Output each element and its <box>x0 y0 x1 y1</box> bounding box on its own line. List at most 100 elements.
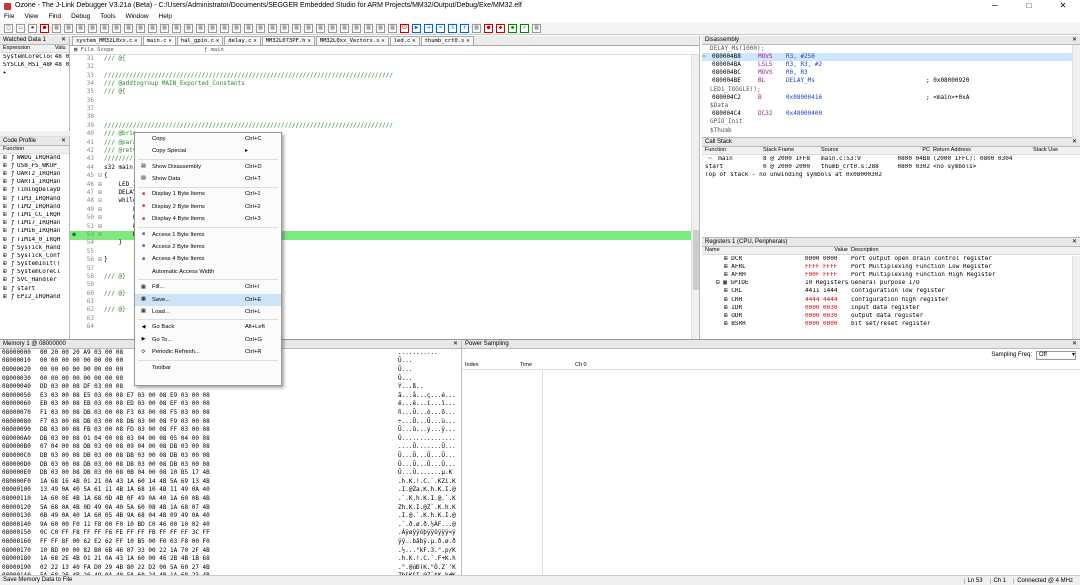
file-scope-select[interactable]: ▦ File Scope <box>70 47 200 53</box>
register-value[interactable]: 0000 0000 <box>802 321 848 328</box>
code-line[interactable]: 31 /// @{ <box>70 55 699 63</box>
window-icon[interactable]: ▤ <box>292 23 301 33</box>
menu-item-copy[interactable]: Copy Ctrl+C <box>135 133 281 145</box>
window-icon[interactable]: ▤ <box>304 23 313 33</box>
fold-icon[interactable]: ⊞ <box>96 223 104 231</box>
menu-item-periodic-refresh[interactable]: ⟳ Periodic Refresh... Ctrl+R <box>135 346 281 358</box>
close-icon[interactable]: ✕ <box>381 38 384 44</box>
fold-icon[interactable]: ⊟ <box>96 172 104 180</box>
close-icon[interactable]: ✕ <box>134 38 137 44</box>
code-line[interactable]: 39 //////////////////////////////////////… <box>70 122 699 130</box>
breakpoint-icon[interactable]: ● <box>484 23 493 33</box>
menu-item-save[interactable]: ▦ Save... Ctrl+E <box>135 293 281 307</box>
menu-item-load[interactable]: ▦ Load... Ctrl+L <box>135 306 281 318</box>
pc-marker-icon[interactable]: ● <box>70 231 78 239</box>
fold-icon[interactable]: ⊞ <box>96 181 104 189</box>
profile-row[interactable]: ⊞ƒSysTick_Hand <box>0 244 69 252</box>
save-icon[interactable]: ▪ <box>28 23 37 33</box>
menu-tools[interactable]: Tools <box>100 13 115 20</box>
memory-row[interactable]: 080000A0 DB 03 00 08 01 04 00 08 03 04 00… <box>0 435 461 444</box>
window-icon[interactable]: ▤ <box>340 23 349 33</box>
profile-row[interactable]: ⊞ƒstart <box>0 285 69 293</box>
watch-row[interactable]: SystemCoreClock48 0 <box>0 53 69 61</box>
window-icon[interactable]: ▤ <box>364 23 373 33</box>
memory-bytes[interactable]: 0C C0 FF F8 FF FF F6 FE FF FF FB FF FF F… <box>40 529 398 537</box>
v-scrollbar[interactable] <box>1072 256 1080 339</box>
call-stack-row[interactable]: ⇨ main 8 @ 2000 1FF8 main.c:53:9 0800 04… <box>702 155 1080 163</box>
tab-mm32l0xx-vectors-s[interactable]: MM32L0xx_Vectors.s ✕ <box>315 36 389 45</box>
disasm-row[interactable]: 080004C2 B 0x08000416; <main>+0xA <box>702 94 1080 102</box>
memory-bytes[interactable]: DB 03 00 08 DB 03 00 08 0B 04 00 08 10 B… <box>40 469 398 477</box>
register-row[interactable]: ⊞ DCR 0000 0000 Port output open drain con… <box>702 255 1080 263</box>
window-icon[interactable]: ▤ <box>196 23 205 33</box>
window-icon[interactable]: ▤ <box>532 23 541 33</box>
window-icon[interactable]: ▤ <box>376 23 385 33</box>
close-icon[interactable]: ✕ <box>216 38 219 44</box>
profile-row[interactable]: ⊞ƒSystemInit() <box>0 260 69 268</box>
profile-row[interactable]: ⊞ƒTIM16_IRQHan <box>0 228 69 236</box>
memory-row[interactable]: 080000E0 DB 03 00 08 DB 03 00 08 0B 04 00… <box>0 469 461 478</box>
memory-row[interactable]: 08000130 0B 49 0A 40 1A 60 05 4B 9A 68 04… <box>0 512 461 521</box>
profile-row[interactable]: ⊞ƒWWDG_IRQHand <box>0 154 69 162</box>
window-icon[interactable]: ▤ <box>112 23 121 33</box>
memory-row[interactable]: 08000100 13 49 0A 40 5A 61 11 4B 1A 68 10… <box>0 486 461 496</box>
memory-bytes[interactable]: DB 03 00 08 DB 03 00 08 DB 03 00 08 DB 0… <box>40 461 398 469</box>
window-icon[interactable]: ▤ <box>316 23 325 33</box>
code-line[interactable]: 38 <box>70 114 699 122</box>
fold-icon[interactable]: ⊞ <box>96 256 104 264</box>
memory-bytes[interactable]: DB 03 00 08 FB 03 00 08 FD 03 00 08 FF 0… <box>40 426 398 434</box>
register-row[interactable]: ⊞ CRL 4411 1444 configuration low register <box>702 288 1080 296</box>
menu-item-show-disassembly[interactable]: ▤ Show Disassembly Ctrl+D <box>135 161 281 173</box>
tab-delay-c[interactable]: delay.c ✕ <box>224 36 261 45</box>
memory-bytes[interactable]: 1A 60 0E 4B 1A 68 0D 4B 0F 49 0A 40 1A 6… <box>40 495 398 503</box>
window-icon[interactable]: ▤ <box>76 23 85 33</box>
expand-icon[interactable]: ⊞ <box>0 196 8 203</box>
fold-icon[interactable]: ⊞ <box>96 214 104 222</box>
window-icon[interactable]: ▤ <box>352 23 361 33</box>
tab-thumb-crt0-s[interactable]: thumb_crt0.s ✕ <box>420 36 474 45</box>
fold-icon[interactable]: ⊞ <box>96 189 104 197</box>
close-icon[interactable]: ✕ <box>253 38 256 44</box>
window-icon[interactable]: ▤ <box>220 23 229 33</box>
check-icon[interactable]: ✓ <box>520 23 529 33</box>
close-button[interactable]: ✕ <box>1046 0 1080 12</box>
window-icon[interactable]: ▤ <box>244 23 253 33</box>
memory-bytes[interactable]: 13 49 0A 40 5A 61 11 4B 1A 68 10 4B 11 4… <box>40 486 398 494</box>
menu-help[interactable]: Help <box>159 13 172 20</box>
menu-window[interactable]: Window <box>125 13 148 20</box>
memory-row[interactable]: 080000B0 07 04 00 08 DB 03 00 08 09 04 00… <box>0 443 461 453</box>
register-value[interactable]: 4411 1444 <box>802 288 848 295</box>
window-icon[interactable]: ▤ <box>388 23 397 33</box>
expand-icon[interactable]: ⊞ <box>0 294 8 301</box>
close-icon[interactable]: ✕ <box>168 38 171 44</box>
code-line[interactable]: 34 /// @addtogroup MAIN_Exported_Constant… <box>70 80 699 88</box>
profile-row[interactable]: ⊞ƒTimingDelayD <box>0 187 69 195</box>
memory-bytes[interactable]: 07 04 00 08 DB 03 00 08 09 04 00 08 DB 0… <box>40 443 398 451</box>
disasm-row[interactable]: LED1_TOGGLE(); <box>702 86 1080 94</box>
profile-row[interactable]: ⊞ƒSysTick_Conf <box>0 252 69 260</box>
profile-row[interactable]: ⊞ƒTIM17_IRQHan <box>0 220 69 228</box>
memory-bytes[interactable]: 0B 49 0A 40 1A 60 05 4B 9A 68 04 4B 09 4… <box>40 512 398 520</box>
window-icon[interactable]: ▤ <box>232 23 241 33</box>
tab-led-c[interactable]: led.c ✕ <box>389 36 420 45</box>
window-icon[interactable]: ▤ <box>280 23 289 33</box>
close-icon[interactable]: ✕ <box>61 138 66 145</box>
breakpoint-icon[interactable]: ◆ <box>496 23 505 33</box>
expand-icon[interactable]: ⊞ <box>0 286 8 293</box>
minimize-button[interactable]: ─ <box>978 0 1012 12</box>
expand-icon[interactable]: ⊞ <box>0 228 8 235</box>
menu-item-automatic-access-width[interactable]: Automatic Access Width <box>135 266 281 278</box>
profile-row[interactable]: ⊞ƒSystemCoreCl <box>0 269 69 277</box>
register-row[interactable]: ⊞ ODR 0000 0030 output data register <box>702 312 1080 320</box>
step-icon[interactable]: ↴ <box>448 23 457 33</box>
open-icon[interactable]: ▭ <box>16 23 25 33</box>
menu-item-display-4-byte-items[interactable]: ■ Display 4 Byte Items Ctrl+3 <box>135 213 281 225</box>
register-row[interactable]: ⊞ AFRH F00F FFFF Port Multiplexing Functio… <box>702 271 1080 279</box>
register-value[interactable]: 0000 0000 <box>802 256 848 263</box>
maximize-button[interactable]: □ <box>1012 0 1046 12</box>
expand-icon[interactable]: ⊞ <box>0 277 8 284</box>
window-icon[interactable]: ▤ <box>124 23 133 33</box>
window-icon[interactable]: ▤ <box>172 23 181 33</box>
memory-row[interactable]: 08000180 1A 68 2E 4B 01 21 0A 43 1A 60 00… <box>0 555 461 564</box>
memory-bytes[interactable]: 1A 68 16 4B 01 21 0A 43 1A 60 14 4B 5A 6… <box>40 478 398 486</box>
